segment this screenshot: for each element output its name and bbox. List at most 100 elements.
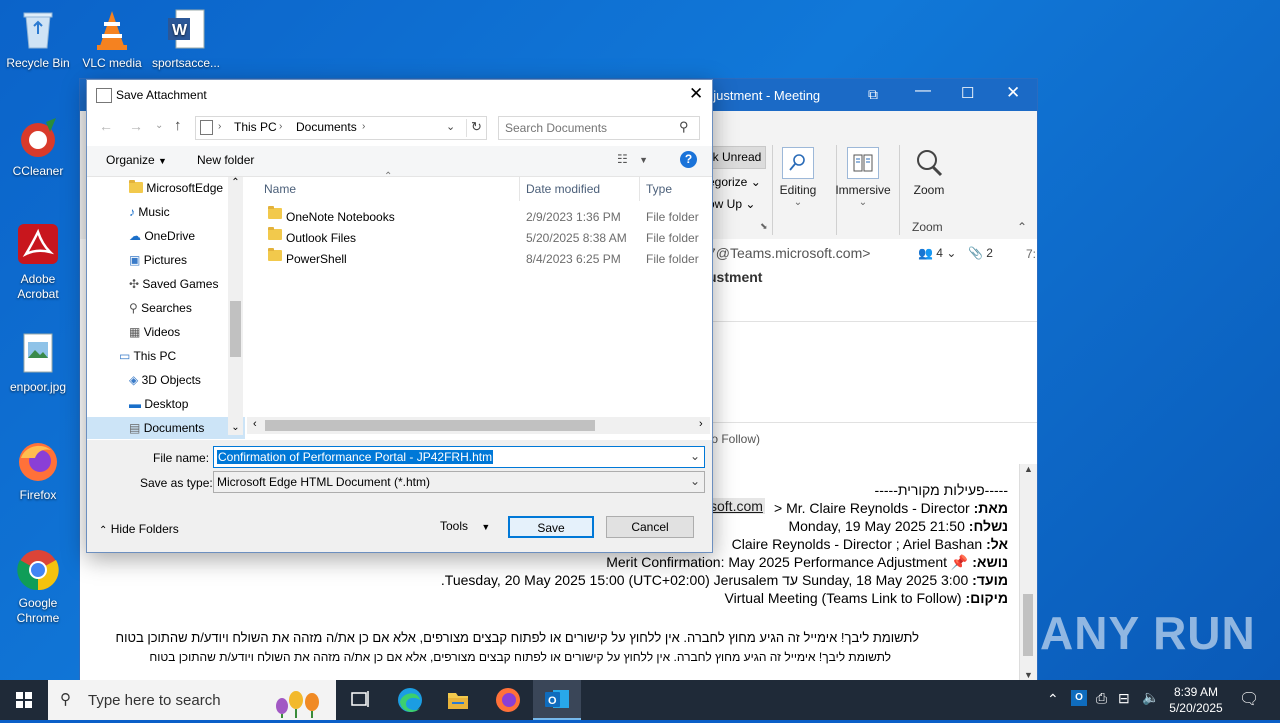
desktop-icon-label: enpoor.jpg	[9, 380, 67, 394]
scroll-down-icon[interactable]: ▼	[1020, 670, 1037, 680]
search-box[interactable]: ⚲	[498, 116, 700, 140]
back-arrow-icon[interactable]: ←	[99, 118, 113, 134]
file-row[interactable]: OneNote Notebooks 2/9/2023 1:36 PM File …	[247, 206, 710, 228]
scrollbar-thumb[interactable]	[230, 301, 241, 357]
immersive-button[interactable]: Immersive ⌄	[834, 147, 892, 208]
mark-unread-button[interactable]: k Unread	[708, 146, 766, 169]
taskbar-firefox[interactable]	[484, 680, 532, 720]
attachments-count[interactable]: 📎 2	[968, 246, 993, 260]
task-view-button[interactable]	[336, 680, 384, 720]
save-button[interactable]: Save	[508, 516, 594, 538]
desktop-icon-ccleaner[interactable]: CCleaner	[0, 116, 76, 179]
body-scrollbar[interactable]: ▲ ▼	[1019, 464, 1037, 680]
close-icon[interactable]: ✕	[689, 84, 703, 104]
taskbar-search-box[interactable]: ⚲ Type here to search	[48, 680, 336, 720]
ribbon-display-options-icon[interactable]: ⧉	[868, 86, 878, 103]
scroll-up-icon[interactable]: ▲	[1020, 464, 1037, 474]
maximize-icon[interactable]: ☐	[961, 84, 974, 102]
nav-item-searches[interactable]: ⚲ Searches	[129, 297, 192, 319]
scrollbar-thumb[interactable]	[265, 420, 595, 431]
desktop-icon-chrome[interactable]: Google Chrome	[0, 548, 76, 626]
file-name-field[interactable]: Confirmation of Performance Portal - JP4…	[213, 446, 705, 468]
refresh-icon[interactable]: ↻	[471, 119, 482, 135]
taskbar-outlook[interactable]: O	[533, 680, 581, 720]
taskbar-edge[interactable]	[386, 680, 434, 720]
nav-item-label: MicrosoftEdge	[146, 181, 224, 195]
forward-arrow-icon[interactable]: →	[129, 118, 143, 134]
dialog-app-icon	[96, 88, 112, 103]
new-folder-button[interactable]: New folder	[197, 153, 254, 167]
file-name-input[interactable]: Confirmation of Performance Portal - JP4…	[217, 450, 494, 464]
nav-item-3d-objects[interactable]: ◈ 3D Objects	[129, 369, 201, 391]
breadcrumb-this-pc[interactable]: This PC	[234, 120, 277, 134]
scroll-left-icon[interactable]: ‹	[253, 418, 257, 430]
column-header-date[interactable]: Date modified	[526, 177, 600, 201]
desktop-icon-acrobat[interactable]: Adobe Acrobat	[0, 224, 76, 302]
save-type-select[interactable]: Microsoft Edge HTML Document (*.htm) ⌄	[213, 471, 705, 493]
desktop-icon-recycle-bin[interactable]: Recycle Bin	[0, 8, 76, 71]
scrollbar-thumb[interactable]	[1023, 594, 1033, 656]
nav-item-documents[interactable]: ▤ Documents	[87, 417, 245, 439]
zoom-button[interactable]: Zoom	[906, 147, 952, 197]
clock[interactable]: 8:39 AM 5/20/2025	[1168, 684, 1224, 716]
desktop-icon-word-doc[interactable]: W sportsacce...	[148, 8, 224, 71]
nav-item-onedrive[interactable]: ☁ OneDrive	[129, 225, 195, 247]
desktop-icon-firefox[interactable]: Firefox	[0, 440, 76, 503]
recycle-bin-icon	[16, 8, 60, 52]
nav-scrollbar[interactable]: ⌃ ⌄	[228, 177, 243, 435]
nav-item-videos[interactable]: ▦ Videos	[129, 321, 180, 343]
dialog-launcher-icon[interactable]: ⬊	[760, 221, 768, 232]
notifications-icon[interactable]: 🗨	[1239, 689, 1259, 709]
hide-folders-button[interactable]: ⌃ Hide Folders	[99, 522, 179, 536]
address-bar[interactable]: › This PC › Documents › ⌄ ↻	[195, 116, 487, 140]
breadcrumb-documents[interactable]: Documents	[296, 120, 357, 134]
recent-locations-icon[interactable]: ⌄	[155, 120, 163, 131]
cancel-button[interactable]: Cancel	[606, 516, 694, 538]
organize-button[interactable]: Organize ▼	[106, 153, 167, 167]
start-button[interactable]	[0, 680, 48, 720]
desktop-icon-image-file[interactable]: enpoor.jpg	[0, 332, 76, 395]
file-row[interactable]: PowerShell 8/4/2023 6:25 PM File folder	[247, 248, 710, 270]
help-icon[interactable]: ?	[680, 151, 697, 168]
nav-item-saved-games[interactable]: ✣ Saved Games	[129, 273, 218, 295]
view-options-button[interactable]: ☷ ▼	[617, 152, 648, 166]
tools-button[interactable]: Tools ▼	[440, 519, 490, 533]
categorize-button[interactable]: egorize ⌄	[708, 175, 761, 189]
up-arrow-icon[interactable]: ↑	[174, 117, 182, 134]
minimize-icon[interactable]: —	[915, 82, 931, 100]
desktop-icon-label: CCleaner	[12, 164, 64, 178]
nav-item-pictures[interactable]: ▣ Pictures	[129, 249, 187, 271]
attendees-count[interactable]: 👥 4 ⌄	[918, 246, 956, 260]
nav-item-music[interactable]: ♪ Music	[129, 201, 170, 223]
file-row[interactable]: Outlook Files 5/20/2025 8:38 AM File fol…	[247, 227, 710, 249]
scroll-up-icon[interactable]: ⌃	[228, 177, 243, 188]
sender-link[interactable]: soft.com	[708, 498, 765, 514]
tray-outlook-icon[interactable]: O	[1071, 690, 1087, 706]
file-list-hscrollbar[interactable]: ‹ ›	[247, 417, 710, 434]
scroll-right-icon[interactable]: ›	[699, 418, 703, 430]
nav-item-microsoftedge[interactable]: MicrosoftEdge	[129, 177, 223, 199]
close-icon[interactable]: ✕	[1006, 83, 1020, 103]
taskbar-file-explorer[interactable]	[434, 680, 482, 720]
collapse-ribbon-icon[interactable]: ⌃	[1017, 220, 1027, 234]
searches-icon: ⚲	[129, 301, 138, 315]
editing-button[interactable]: Editing ⌄	[777, 147, 819, 208]
column-header-type[interactable]: Type	[646, 177, 672, 201]
chevron-down-icon[interactable]: ⌄	[690, 449, 700, 463]
nav-item-this-pc[interactable]: ▭ This PC	[119, 345, 176, 367]
chevron-down-icon[interactable]: ⌄	[690, 474, 700, 488]
chevron-down-icon[interactable]: ⌄	[446, 120, 455, 133]
nav-item-desktop[interactable]: ▬ Desktop	[129, 393, 188, 415]
follow-up-button[interactable]: ow Up ⌄	[708, 197, 755, 211]
immersive-label: Immersive	[835, 183, 891, 197]
scroll-down-icon[interactable]: ⌄	[228, 422, 243, 433]
tray-overflow-chevron-icon[interactable]: ⌃	[1047, 691, 1059, 708]
follow-up-label: ow Up	[708, 197, 743, 211]
tray-device-icon[interactable]: ⎙	[1096, 690, 1107, 707]
dialog-title: Save Attachment	[116, 88, 207, 102]
network-icon[interactable]: ⊟	[1118, 690, 1130, 707]
volume-icon[interactable]: 🔈	[1142, 689, 1159, 706]
column-header-name[interactable]: Name	[264, 177, 296, 201]
search-input[interactable]	[503, 119, 677, 137]
desktop-icon-vlc[interactable]: VLC media	[74, 8, 150, 71]
